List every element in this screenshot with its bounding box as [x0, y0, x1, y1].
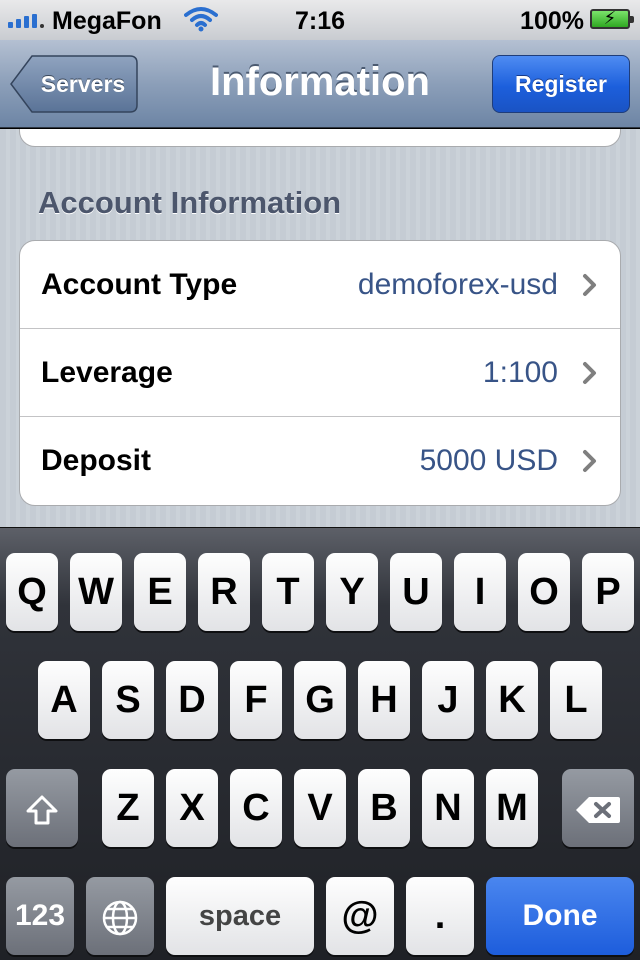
key-x[interactable]: X — [166, 769, 218, 847]
at-key[interactable]: @ — [326, 877, 394, 955]
space-key[interactable]: space — [166, 877, 314, 955]
key-b[interactable]: B — [358, 769, 410, 847]
battery-charging-icon: ⚡ — [590, 8, 634, 29]
done-key[interactable]: Done — [486, 877, 634, 955]
numbers-key[interactable]: 123 — [6, 877, 74, 955]
key-i[interactable]: I — [454, 553, 506, 631]
section-header: Account Information — [38, 185, 342, 220]
globe-key[interactable] — [86, 877, 154, 955]
key-k[interactable]: K — [486, 661, 538, 739]
key-z[interactable]: Z — [102, 769, 154, 847]
key-f[interactable]: F — [230, 661, 282, 739]
key-c[interactable]: C — [230, 769, 282, 847]
row-value: demoforex-usd — [357, 268, 558, 301]
chevron-right-icon — [583, 274, 596, 296]
row-value: 1:100 — [482, 356, 558, 389]
previous-group-edge — [19, 129, 621, 147]
key-n[interactable]: N — [422, 769, 474, 847]
chevron-right-icon — [583, 450, 596, 472]
key-e[interactable]: E — [134, 553, 186, 631]
key-l[interactable]: L — [550, 661, 602, 739]
navigation-bar: Servers Information Register — [0, 40, 640, 128]
account-info-group: Account Type demoforex-usd Leverage 1:10… — [19, 240, 621, 506]
key-v[interactable]: V — [294, 769, 346, 847]
account-type-row[interactable]: Account Type demoforex-usd — [20, 241, 620, 329]
key-d[interactable]: D — [166, 661, 218, 739]
row-value: 5000 USD — [419, 444, 558, 477]
key-t[interactable]: T — [262, 553, 314, 631]
key-r[interactable]: R — [198, 553, 250, 631]
row-label: Account Type — [41, 268, 238, 301]
row-label: Leverage — [41, 356, 173, 389]
shift-key[interactable] — [6, 769, 78, 847]
leverage-row[interactable]: Leverage 1:100 — [20, 329, 620, 417]
key-g[interactable]: G — [294, 661, 346, 739]
key-s[interactable]: S — [102, 661, 154, 739]
key-q[interactable]: Q — [6, 553, 58, 631]
delete-key[interactable] — [562, 769, 634, 847]
key-a[interactable]: A — [38, 661, 90, 739]
dot-key[interactable]: . — [406, 877, 474, 955]
key-y[interactable]: Y — [326, 553, 378, 631]
battery-percent: 100% — [520, 7, 584, 35]
key-o[interactable]: O — [518, 553, 570, 631]
backspace-icon — [576, 796, 620, 823]
key-w[interactable]: W — [70, 553, 122, 631]
globe-icon — [102, 900, 138, 936]
key-p[interactable]: P — [582, 553, 634, 631]
deposit-row[interactable]: Deposit 5000 USD — [20, 417, 620, 505]
chevron-right-icon — [583, 362, 596, 384]
key-m[interactable]: M — [486, 769, 538, 847]
row-label: Deposit — [41, 444, 152, 477]
key-j[interactable]: J — [422, 661, 474, 739]
keyboard: Q W E R T Y U I O P A S D F G H J K L Z … — [0, 527, 640, 960]
key-u[interactable]: U — [390, 553, 442, 631]
status-bar: MegaFon 7:16 100% ⚡ — [0, 0, 640, 40]
shift-icon — [26, 795, 58, 825]
settings-content[interactable]: Account Information Account Type demofor… — [0, 129, 640, 527]
register-button[interactable]: Register — [492, 55, 630, 113]
key-h[interactable]: H — [358, 661, 410, 739]
